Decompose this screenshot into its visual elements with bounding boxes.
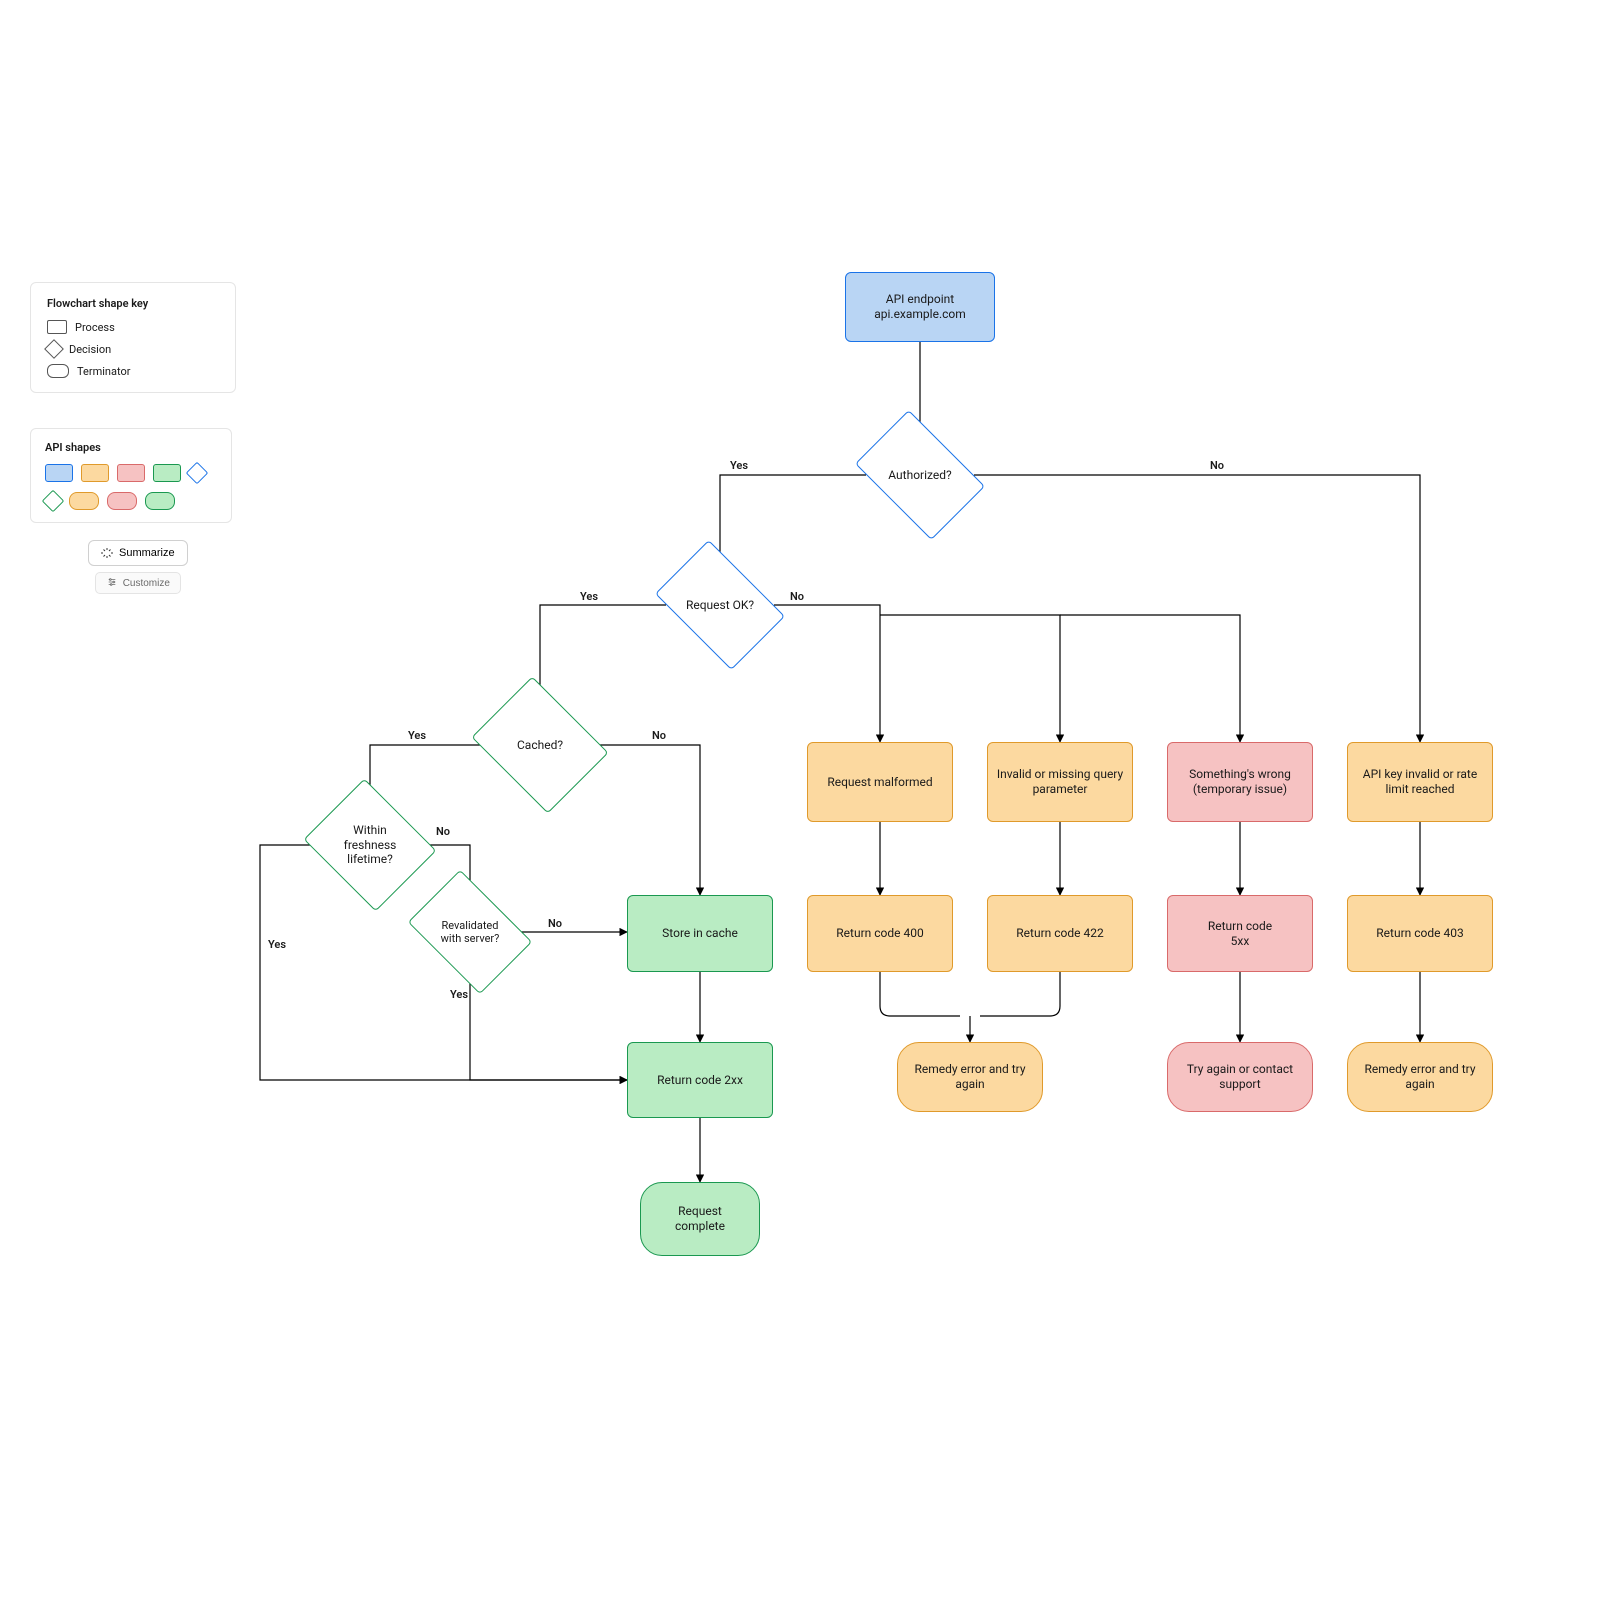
node-code-400[interactable]: Return code 400 [807, 895, 953, 972]
node-code-422[interactable]: Return code 422 [987, 895, 1133, 972]
legend-panel: Flowchart shape key Process Decision Ter… [30, 282, 236, 393]
node-start[interactable]: API endpoint api.example.com [845, 272, 995, 342]
swatch-green-process[interactable] [153, 464, 181, 482]
node-revalidated[interactable]: Revalidated with server? [419, 895, 521, 969]
label-authorized-yes: Yes [730, 459, 748, 472]
node-something-wrong[interactable]: Something's wrong (temporary issue) [1167, 742, 1313, 822]
label-reval-no: No [548, 917, 562, 930]
label-authorized-no: No [1210, 459, 1224, 472]
ai-actions: Summarize Customize [88, 540, 188, 594]
legend-terminator-label: Terminator [77, 365, 130, 378]
legend-title: Flowchart shape key [47, 297, 219, 310]
node-invalid-param[interactable]: Invalid or missing query parameter [987, 742, 1133, 822]
customize-label: Customize [123, 578, 170, 589]
diagram-canvas[interactable]: Yes No Yes No Yes No No Yes No Yes API e… [0, 0, 1600, 1600]
swatch-green-decision[interactable] [42, 490, 65, 513]
node-fresh[interactable]: Within freshness lifetime? [319, 802, 421, 888]
swatch-red-terminator[interactable] [107, 492, 137, 510]
legend-process-label: Process [75, 321, 115, 334]
node-request-malformed[interactable]: Request malformed [807, 742, 953, 822]
summarize-button[interactable]: Summarize [88, 540, 188, 566]
node-return-2xx[interactable]: Return code 2xx [627, 1042, 773, 1118]
node-code-5xx[interactable]: Return code 5xx [1167, 895, 1313, 972]
swatch-blue-process[interactable] [45, 464, 73, 482]
summarize-label: Summarize [119, 547, 175, 559]
node-authorized[interactable]: Authorized? [866, 437, 974, 513]
swatch-blue-decision[interactable] [186, 462, 209, 485]
swatch-orange-terminator[interactable] [69, 492, 99, 510]
node-api-key-invalid[interactable]: API key invalid or rate limit reached [1347, 742, 1493, 822]
label-fresh-no: No [436, 825, 450, 838]
customize-button[interactable]: Customize [95, 572, 181, 594]
label-requestok-no: No [790, 590, 804, 603]
node-request-complete[interactable]: Request complete [640, 1182, 760, 1256]
node-code-403[interactable]: Return code 403 [1347, 895, 1493, 972]
label-cached-yes: Yes [408, 729, 426, 742]
terminator-shape-icon [47, 364, 69, 378]
swatch-green-terminator[interactable] [145, 492, 175, 510]
palette-title: API shapes [45, 441, 217, 454]
swatch-red-process[interactable] [117, 464, 145, 482]
legend-terminator: Terminator [47, 364, 219, 378]
node-remedy-2[interactable]: Remedy error and try again [1347, 1042, 1493, 1112]
node-cached[interactable]: Cached? [486, 702, 594, 788]
legend-decision: Decision [47, 342, 219, 356]
palette-panel: API shapes [30, 428, 232, 523]
node-request-ok[interactable]: Request OK? [666, 567, 774, 643]
node-store-cache[interactable]: Store in cache [627, 895, 773, 972]
legend-decision-label: Decision [69, 343, 111, 356]
legend-process: Process [47, 320, 219, 334]
swatch-orange-process[interactable] [81, 464, 109, 482]
label-reval-yes: Yes [450, 988, 468, 1001]
decision-shape-icon [44, 339, 64, 359]
sliders-icon [106, 577, 118, 589]
label-requestok-yes: Yes [580, 590, 598, 603]
sparkle-icon [101, 547, 113, 559]
node-remedy-1[interactable]: Remedy error and try again [897, 1042, 1043, 1112]
process-shape-icon [47, 320, 67, 334]
label-fresh-yes: Yes [268, 938, 286, 951]
node-try-support[interactable]: Try again or contact support [1167, 1042, 1313, 1112]
label-cached-no: No [652, 729, 666, 742]
